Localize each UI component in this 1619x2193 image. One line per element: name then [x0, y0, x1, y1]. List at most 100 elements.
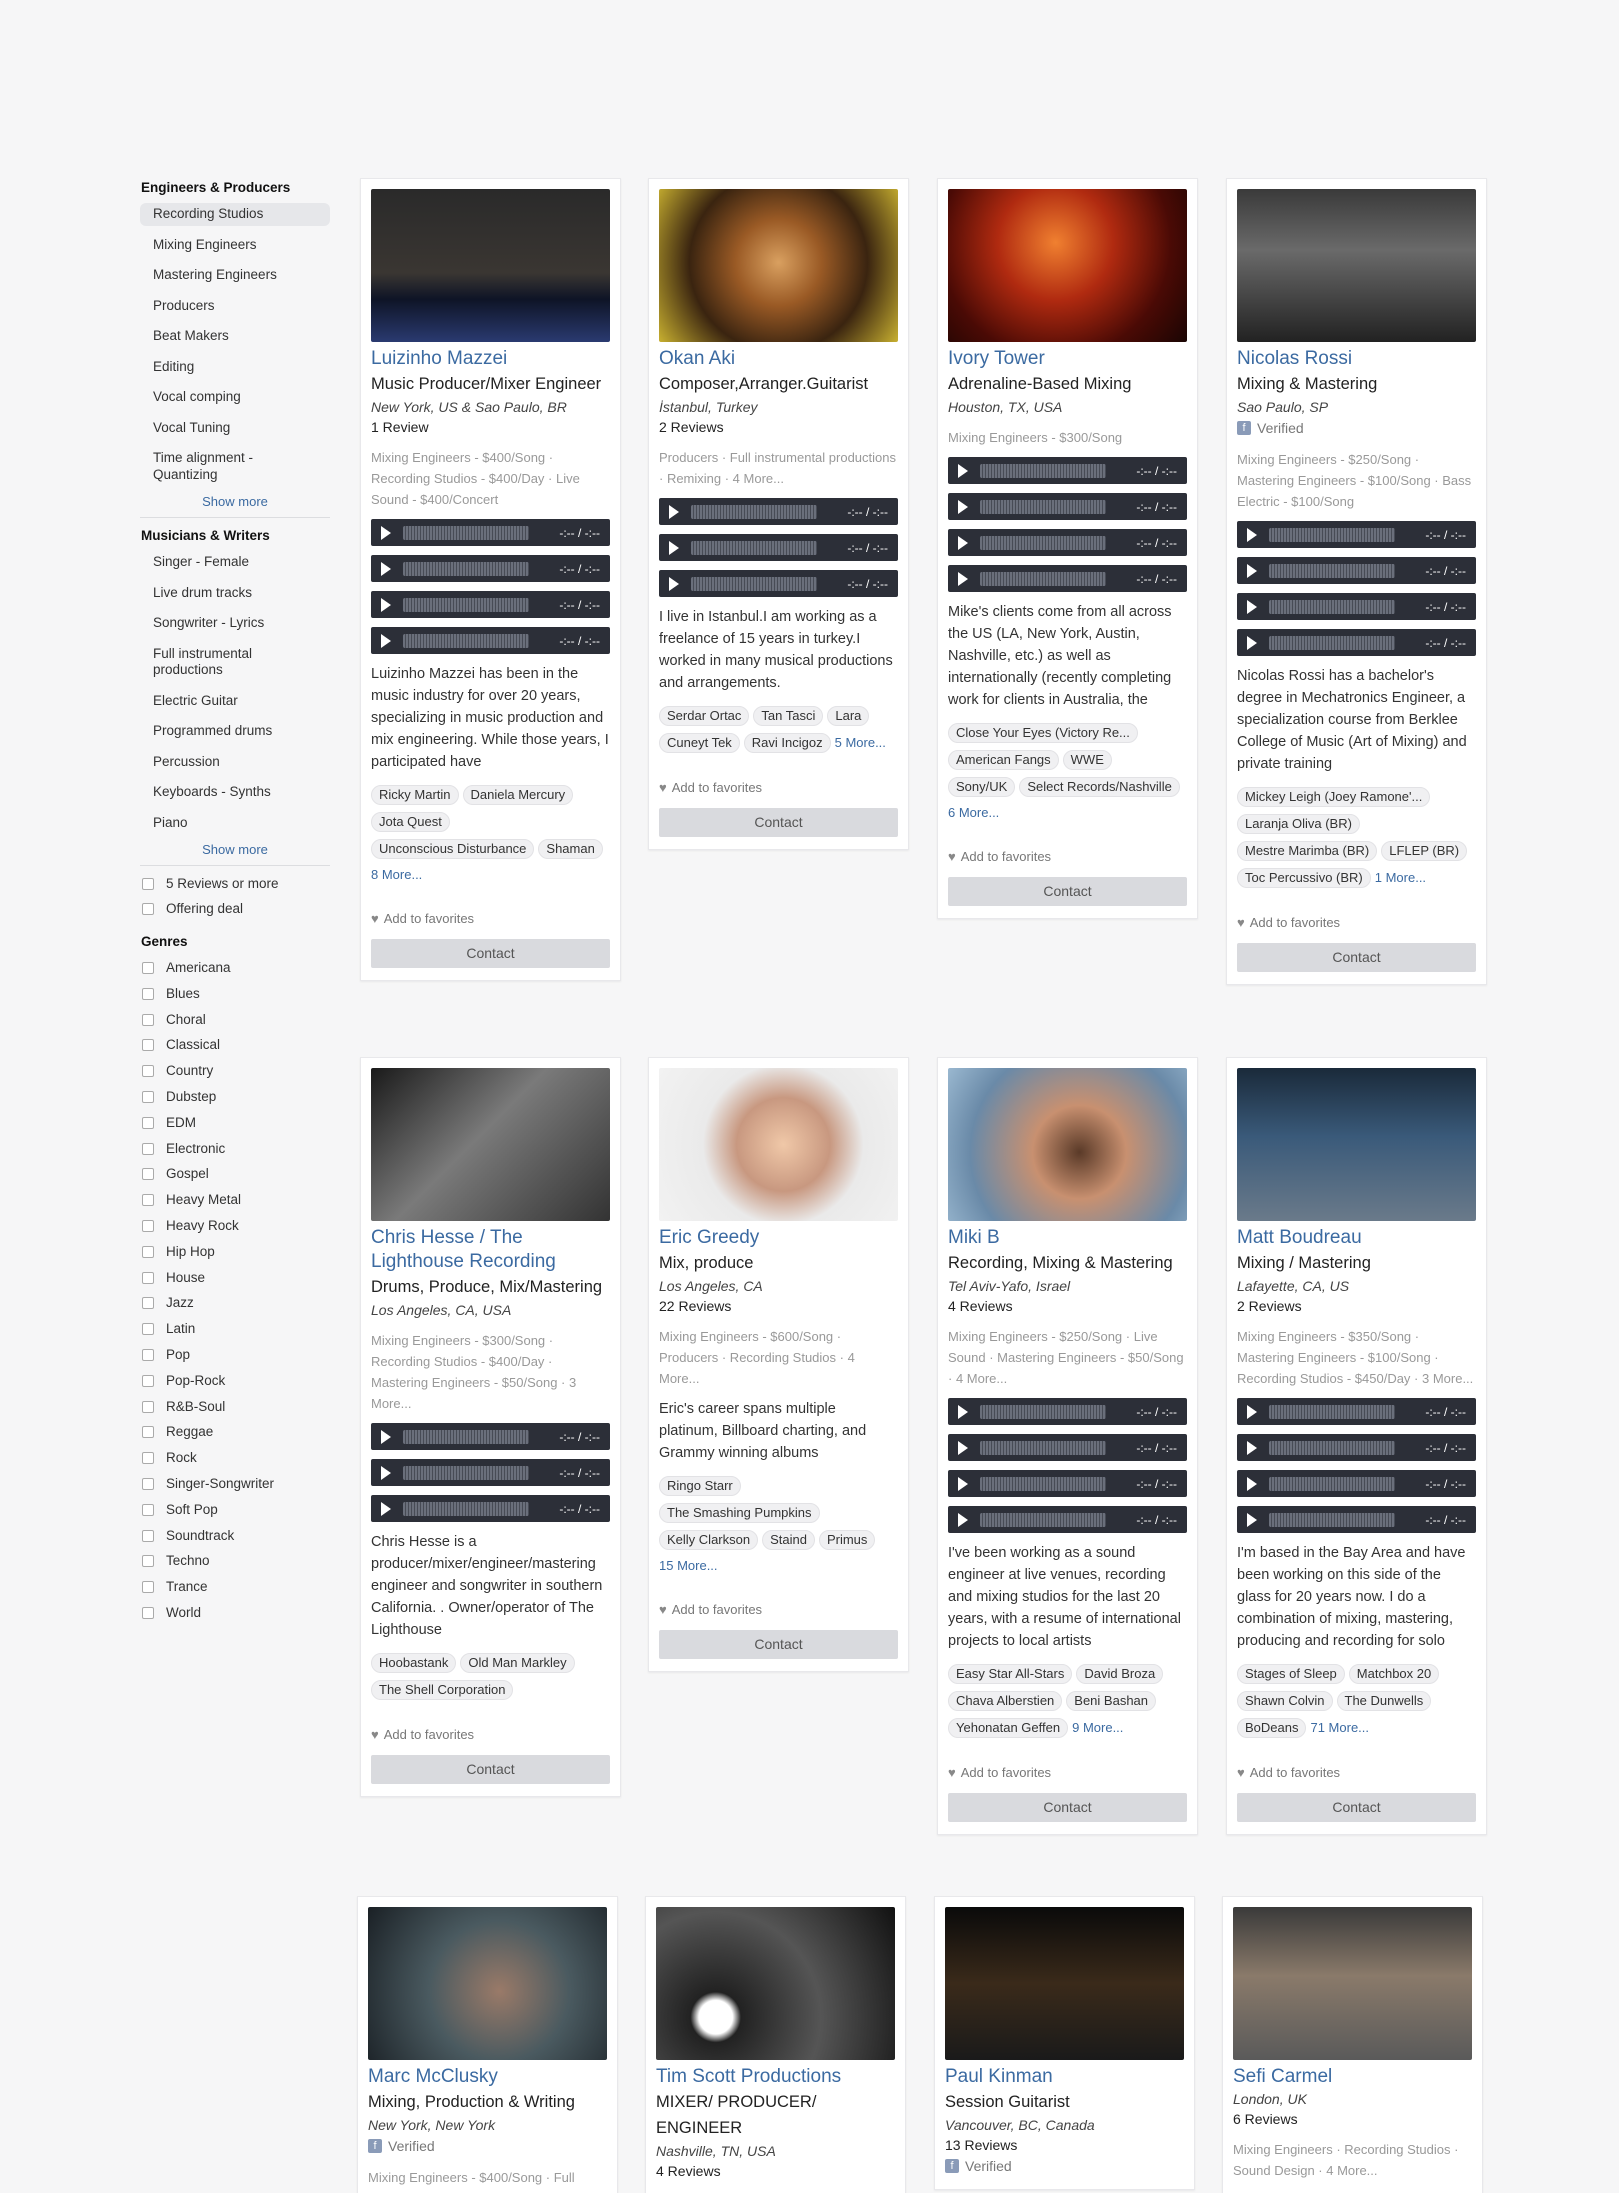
checkbox[interactable]: [142, 1477, 154, 1490]
more-credits-link[interactable]: 9 More...: [1072, 1719, 1123, 1737]
genre-singer-songwriter[interactable]: Singer-Songwriter: [140, 1476, 330, 1492]
play-icon[interactable]: [958, 535, 968, 550]
add-to-favorites-button[interactable]: ♥ Add to favorites: [948, 849, 1187, 864]
play-icon[interactable]: [958, 571, 968, 586]
audio-player[interactable]: -:-- / -:--: [659, 534, 898, 561]
credit-tag[interactable]: Lara: [827, 706, 870, 726]
category-mastering-engineers[interactable]: Mastering Engineers: [140, 264, 330, 287]
waveform[interactable]: [980, 1476, 1106, 1491]
add-to-favorites-button[interactable]: ♥ Add to favorites: [948, 1765, 1187, 1780]
waveform[interactable]: [403, 1429, 529, 1444]
provider-name-link[interactable]: Eric Greedy: [659, 1226, 898, 1250]
reviews-count[interactable]: 2 Reviews: [1237, 1296, 1476, 1316]
genre-dubstep[interactable]: Dubstep: [140, 1089, 330, 1105]
provider-photo[interactable]: [659, 1068, 898, 1221]
provider-card[interactable]: Paul Kinman Session Guitarist Vancouver, B…: [934, 1896, 1195, 2190]
more-credits-link[interactable]: 15 More...: [659, 1557, 718, 1575]
waveform[interactable]: [1269, 1440, 1395, 1455]
contact-button[interactable]: Contact: [1237, 943, 1476, 972]
provider-photo[interactable]: [368, 1907, 607, 2060]
waveform[interactable]: [1269, 1404, 1395, 1419]
credit-tag[interactable]: Staind: [762, 1530, 815, 1550]
audio-player[interactable]: -:-- / -:--: [1237, 629, 1476, 656]
provider-card[interactable]: Miki B Recording, Mixing & Mastering Tel A…: [937, 1057, 1198, 1835]
audio-player[interactable]: -:-- / -:--: [371, 591, 610, 618]
checkbox[interactable]: [142, 1503, 154, 1516]
genre-edm[interactable]: EDM: [140, 1115, 330, 1131]
category-producers[interactable]: Producers: [140, 295, 330, 318]
category-beat-makers[interactable]: Beat Makers: [140, 325, 330, 348]
provider-name-link[interactable]: Tim Scott Productions: [656, 2065, 895, 2089]
credit-tag[interactable]: Select Records/Nashville: [1019, 777, 1180, 797]
add-to-favorites-button[interactable]: ♥ Add to favorites: [1237, 1765, 1476, 1780]
waveform[interactable]: [980, 535, 1106, 550]
credit-tag[interactable]: Kelly Clarkson: [659, 1530, 759, 1550]
waveform[interactable]: [403, 561, 529, 576]
provider-photo[interactable]: [948, 189, 1187, 342]
audio-player[interactable]: -:-- / -:--: [371, 555, 610, 582]
waveform[interactable]: [1269, 527, 1395, 542]
provider-name-link[interactable]: Ivory Tower: [948, 347, 1187, 371]
checkbox[interactable]: [142, 903, 154, 915]
waveform[interactable]: [403, 1501, 529, 1516]
category-songwriter-lyrics[interactable]: Songwriter - Lyrics: [140, 612, 330, 635]
credit-tag[interactable]: LFLEP (BR): [1381, 841, 1468, 861]
category-programmed-drums[interactable]: Programmed drums: [140, 720, 330, 743]
genre-r-b-soul[interactable]: R&B-Soul: [140, 1399, 330, 1415]
credit-tag[interactable]: David Broza: [1076, 1664, 1164, 1684]
audio-player[interactable]: -:-- / -:--: [371, 519, 610, 546]
genre-pop[interactable]: Pop: [140, 1347, 330, 1363]
credit-tag[interactable]: Beni Bashan: [1066, 1691, 1157, 1711]
waveform[interactable]: [980, 1404, 1106, 1419]
provider-photo[interactable]: [945, 1907, 1184, 2060]
more-credits-link[interactable]: 1 More...: [1375, 869, 1426, 887]
audio-player[interactable]: -:-- / -:--: [371, 1459, 610, 1486]
checkbox[interactable]: [142, 1297, 154, 1310]
credit-tag[interactable]: Sony/UK: [948, 777, 1016, 797]
audio-player[interactable]: -:-- / -:--: [659, 570, 898, 597]
checkbox[interactable]: [142, 1245, 154, 1258]
provider-card[interactable]: Tim Scott Productions MIXER/ PRODUCER/ EN…: [645, 1896, 906, 2193]
filter-5-reviews[interactable]: 5 Reviews or more: [140, 876, 330, 892]
checkbox[interactable]: [142, 878, 154, 890]
waveform[interactable]: [1269, 563, 1395, 578]
play-icon[interactable]: [381, 633, 391, 648]
more-credits-link[interactable]: 5 More...: [835, 734, 886, 752]
waveform[interactable]: [980, 499, 1106, 514]
genre-choral[interactable]: Choral: [140, 1012, 330, 1028]
category-mixing-engineers[interactable]: Mixing Engineers: [140, 234, 330, 257]
category-live-drum-tracks[interactable]: Live drum tracks: [140, 582, 330, 605]
credit-tag[interactable]: Unconscious Disturbance: [371, 839, 535, 859]
credit-tag[interactable]: Shawn Colvin: [1237, 1691, 1333, 1711]
audio-player[interactable]: -:-- / -:--: [1237, 557, 1476, 584]
genre-pop-rock[interactable]: Pop-Rock: [140, 1373, 330, 1389]
checkbox[interactable]: [142, 1452, 154, 1465]
play-icon[interactable]: [1247, 1440, 1257, 1455]
credit-tag[interactable]: The Dunwells: [1336, 1691, 1432, 1711]
credit-tag[interactable]: Daniela Mercury: [462, 785, 574, 805]
provider-card[interactable]: Ivory Tower Adrenaline-Based Mixing Housto…: [937, 178, 1198, 919]
genre-soft-pop[interactable]: Soft Pop: [140, 1502, 330, 1518]
checkbox[interactable]: [142, 1426, 154, 1439]
credit-tag[interactable]: The Smashing Pumpkins: [659, 1503, 820, 1523]
genre-jazz[interactable]: Jazz: [140, 1295, 330, 1311]
provider-name-link[interactable]: Matt Boudreau: [1237, 1226, 1476, 1250]
waveform[interactable]: [980, 1512, 1106, 1527]
genre-hip-hop[interactable]: Hip Hop: [140, 1244, 330, 1260]
checkbox[interactable]: [142, 1039, 154, 1052]
checkbox[interactable]: [142, 1555, 154, 1568]
more-credits-link[interactable]: 8 More...: [371, 866, 422, 884]
audio-player[interactable]: -:-- / -:--: [948, 457, 1187, 484]
provider-card[interactable]: Marc McClusky Mixing, Production & Writin…: [357, 1896, 618, 2193]
genre-techno[interactable]: Techno: [140, 1553, 330, 1569]
checkbox[interactable]: [142, 1606, 154, 1619]
waveform[interactable]: [691, 504, 817, 519]
category-percussion[interactable]: Percussion: [140, 751, 330, 774]
checkbox[interactable]: [142, 1581, 154, 1594]
add-to-favorites-button[interactable]: ♥ Add to favorites: [659, 780, 898, 795]
contact-button[interactable]: Contact: [948, 1793, 1187, 1822]
genre-world[interactable]: World: [140, 1605, 330, 1621]
reviews-count[interactable]: 6 Reviews: [1233, 2109, 1472, 2129]
provider-name-link[interactable]: Paul Kinman: [945, 2065, 1184, 2089]
credit-tag[interactable]: Primus: [818, 1530, 876, 1550]
